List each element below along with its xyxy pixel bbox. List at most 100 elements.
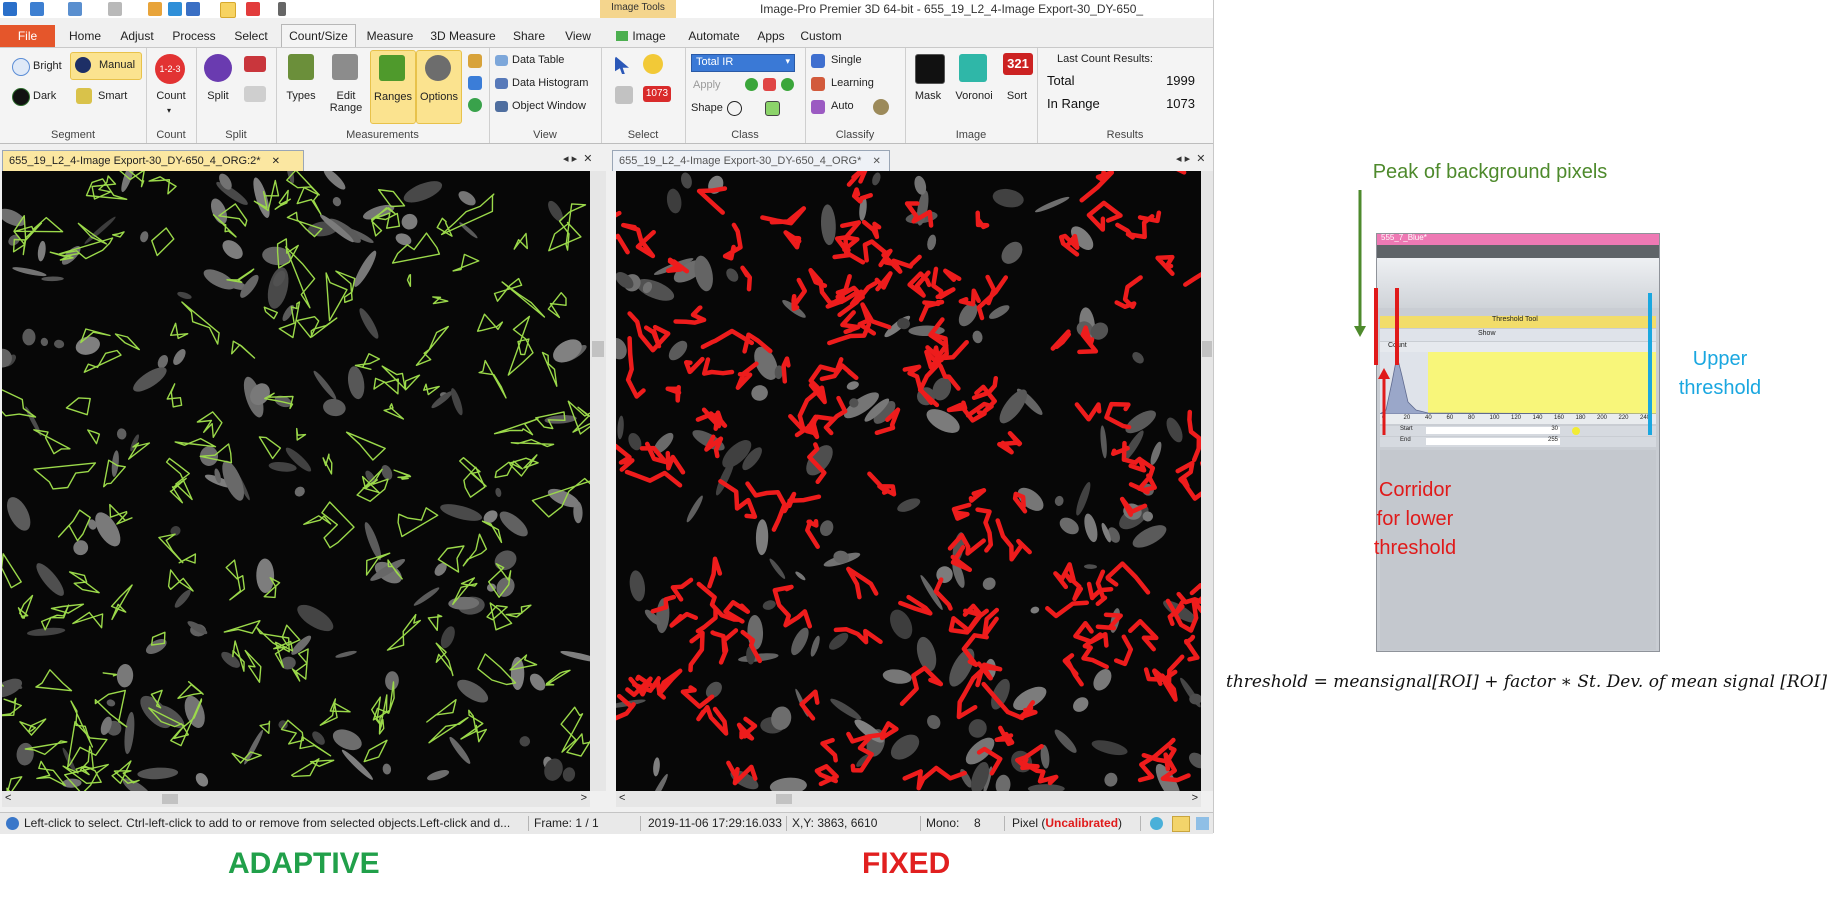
tab-automate[interactable]: Automate [683,25,745,47]
tab-process[interactable]: Process [167,25,221,47]
open-icon[interactable] [148,2,162,16]
single-icon [811,54,825,68]
status-image-icon[interactable] [1172,816,1190,832]
results-total-value: 1999 [1166,73,1195,88]
manual-button[interactable]: Manual [70,52,142,80]
measure-go-icon[interactable] [468,98,482,112]
status-pixel-close: ) [1118,816,1123,830]
tab-share[interactable]: Share [508,25,550,47]
pane-nav-left-icons[interactable]: ◂ ▸ ✕ [563,152,592,165]
count-button[interactable]: Count [146,90,196,102]
scroll-right-icon[interactable]: > [1192,792,1198,804]
select-wand-icon[interactable] [643,54,663,74]
data-histogram-button[interactable]: Data Histogram [512,77,588,89]
tab-count-size[interactable]: Count/Size [281,24,356,47]
sort-button[interactable]: Sort [997,90,1037,102]
status-mono-value: 8 [974,816,981,830]
tab-file[interactable]: File [0,25,55,47]
remove-class-icon[interactable] [763,78,776,91]
tab-view[interactable]: View [557,25,599,47]
document-tab-fixed[interactable]: 655_19_L2_4-Image Export-30_DY-650_4_ORG… [612,150,890,171]
shape-crosshair-icon[interactable] [727,101,742,116]
mask-icon [915,54,945,84]
auto-button[interactable]: Auto [831,100,854,112]
status-globe-icon[interactable] [1150,817,1163,830]
smart-button[interactable]: Smart [98,90,127,102]
status-settings-icon[interactable] [1196,817,1209,830]
vertical-scrollbar-right[interactable] [1201,171,1213,791]
status-separator [640,816,641,831]
image-pane-adaptive[interactable] [2,171,590,791]
results-in-range-label: In Range [1047,96,1100,111]
object-window-button[interactable]: Object Window [512,100,586,112]
count-dropdown-arrow[interactable]: ▾ [167,106,171,115]
scroll-thumb[interactable] [162,794,178,804]
tab-measure[interactable]: Measure [362,25,418,47]
tab-adjust[interactable]: Adjust [114,25,160,47]
scroll-thumb[interactable] [592,341,604,357]
scroll-thumb[interactable] [1202,341,1212,357]
scroll-right-icon[interactable]: > [581,792,587,804]
measure-tool-icon[interactable] [468,54,482,68]
horizontal-scrollbar-right[interactable]: < > [616,791,1201,807]
pointer-select-icon[interactable] [220,2,236,18]
tab-home[interactable]: Home [64,25,106,47]
group-image: Mask Voronoi 321 Sort Image [905,48,1038,143]
dark-button[interactable]: Dark [33,90,56,102]
ranges-button[interactable]: Ranges [370,50,416,124]
info-icon [6,817,19,830]
tab-image[interactable]: Image [606,25,676,47]
image-pane-fixed[interactable] [616,171,1201,791]
data-table-button[interactable]: Data Table [512,54,564,66]
redo-icon[interactable] [108,2,122,16]
cut-objects-icon[interactable] [244,56,266,72]
class-color-swatch[interactable] [765,101,780,116]
annotation-upper-line-2: threshold [1678,377,1762,399]
image-background [2,171,590,791]
apply-button[interactable]: Apply [693,79,721,91]
types-button[interactable]: Types [276,90,326,102]
tab-custom[interactable]: Custom [797,25,845,47]
delete-objects-icon[interactable] [246,2,260,16]
deselect-icon[interactable] [615,86,633,104]
tab-3d-measure[interactable]: 3D Measure [425,25,501,47]
classify-options-icon[interactable] [873,99,889,115]
close-tab-icon[interactable]: ✕ [872,156,880,167]
bright-button[interactable]: Bright [33,60,62,72]
document-tab-adaptive[interactable]: 655_19_L2_4-Image Export-30_DY-650_4_ORG… [2,150,304,171]
split-button[interactable]: Split [196,90,240,102]
scroll-left-icon[interactable]: < [619,792,625,804]
customize-qat-icon[interactable] [278,2,286,16]
group-label-view: View [533,129,557,141]
voronoi-button[interactable]: Voronoi [949,90,999,102]
single-button[interactable]: Single [831,54,862,66]
status-calibration[interactable]: Pixel (Uncalibrated) [1012,813,1122,834]
mask-button[interactable]: Mask [905,90,951,102]
save-icon[interactable] [30,2,44,16]
adaptive-segmentation-image[interactable] [2,171,590,791]
select-count-badge[interactable]: 1073 [643,86,671,102]
status-pixel-label: Pixel ( [1012,816,1046,830]
class-dropdown[interactable]: Total IR ▾ [691,54,795,72]
undo-icon[interactable] [68,2,82,16]
refresh-class-icon[interactable] [781,78,794,91]
learning-button[interactable]: Learning [831,77,874,89]
edit-range-button[interactable]: Edit Range [324,90,368,114]
capture-icon[interactable] [168,2,182,16]
settings-icon[interactable] [186,2,200,16]
scroll-left-icon[interactable]: < [5,792,11,804]
pane-nav-right-icons[interactable]: ◂ ▸ ✕ [1176,152,1205,165]
vertical-scrollbar-left[interactable] [590,171,606,791]
options-button[interactable]: Options [416,50,462,124]
scroll-thumb[interactable] [776,794,792,804]
merge-objects-icon[interactable] [244,86,266,102]
tab-apps[interactable]: Apps [752,25,790,47]
measure-refresh-icon[interactable] [468,76,482,90]
fixed-segmentation-image[interactable] [616,171,1201,791]
select-pointer-icon[interactable] [615,56,629,74]
add-class-icon[interactable] [745,78,758,91]
group-label-classify: Classify [835,129,875,141]
tab-select[interactable]: Select [228,25,274,47]
close-tab-icon[interactable]: ✕ [272,156,280,167]
horizontal-scrollbar-left[interactable]: < > [2,791,590,807]
